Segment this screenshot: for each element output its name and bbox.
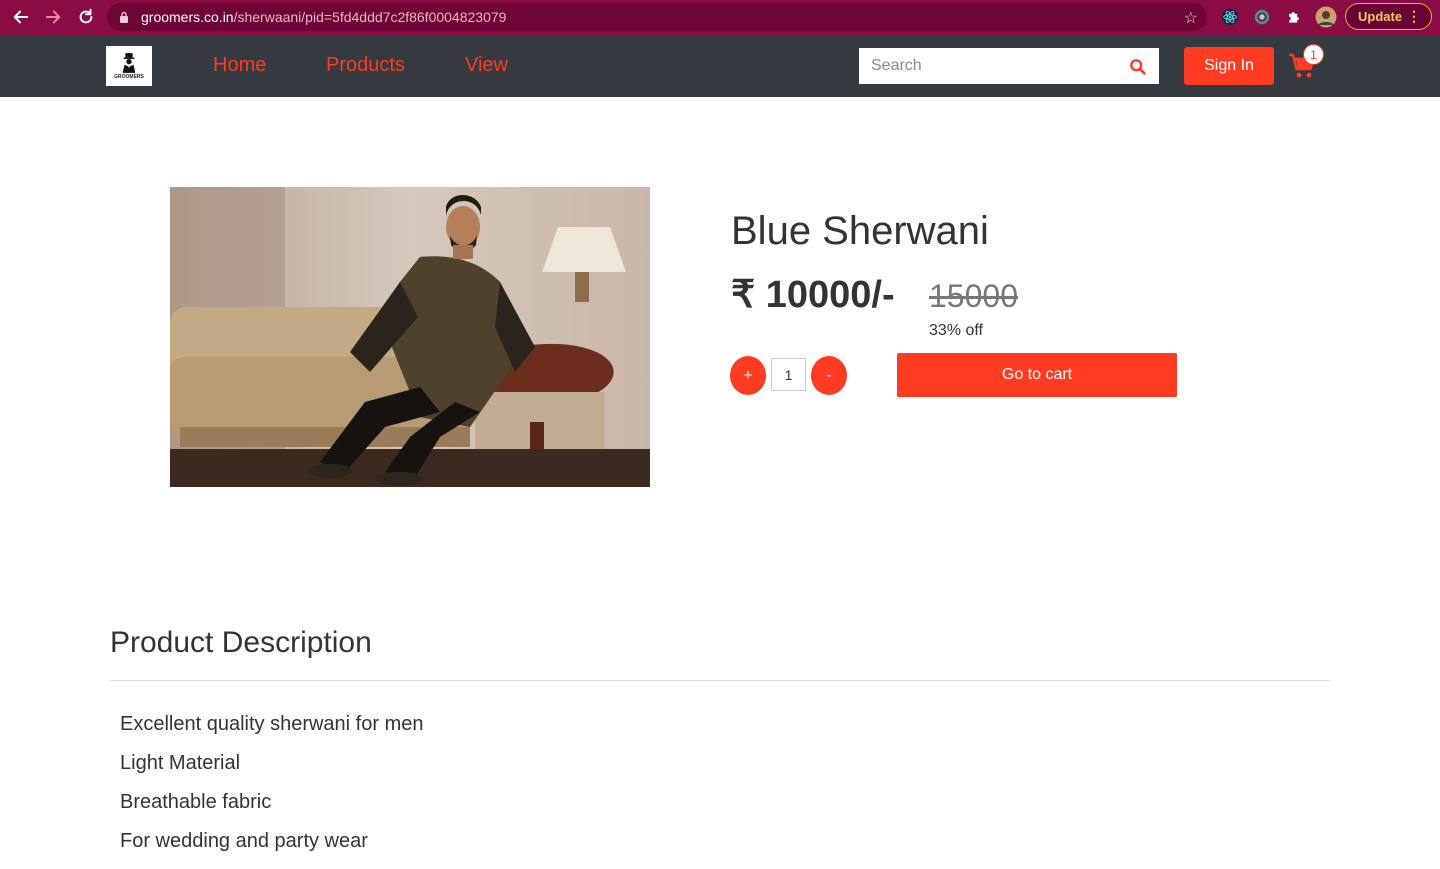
extension-circle-icon[interactable] [1251,6,1273,28]
quantity-increase-button[interactable]: + [730,356,766,395]
product-title: Blue Sherwani [731,209,989,253]
search-icon[interactable] [1129,58,1147,76]
go-to-cart-button[interactable]: Go to cart [897,353,1177,397]
browser-toolbar: groomers.co.in/sherwaani/pid=5fd4ddd7c2f… [0,0,1440,35]
lock-icon [120,11,128,23]
nav-home-link[interactable]: Home [213,54,266,77]
sign-in-button[interactable]: Sign In [1184,47,1274,85]
list-item: Excellent quality sherwani for men [120,713,424,735]
forward-icon[interactable] [37,1,69,33]
profile-avatar[interactable] [1315,6,1337,28]
url-path: /sherwaani/pid=5fd4ddd7c2f86f0004823079 [233,9,507,25]
cart-count-badge: 1 [1303,44,1324,65]
puzzle-extensions-icon[interactable] [1283,6,1305,28]
description-list: Excellent quality sherwani for men Light… [120,713,423,869]
discount-label: 33% off [929,322,983,339]
url-host: groomers.co.in [141,9,234,25]
brand-logo[interactable]: GROOMERS [106,46,152,86]
quantity-input[interactable] [771,358,806,391]
original-price: 15000 [929,278,1018,314]
list-item: Light Material [120,752,241,774]
search-box [859,48,1159,84]
product-price: ₹ 10000/- [731,274,895,316]
update-label: Update [1358,9,1403,24]
divider [110,680,1330,681]
bookmark-star-icon[interactable]: ☆ [1184,8,1198,28]
groom-logo-icon [122,52,136,73]
quantity-decrease-button[interactable]: - [811,356,847,395]
product-image [170,187,650,487]
nav-products-link[interactable]: Products [326,54,405,77]
logo-text: GROOMERS [114,73,144,80]
list-item: For wedding and party wear [120,830,368,852]
nav-view-link[interactable]: View [465,54,508,77]
react-devtools-icon[interactable] [1219,6,1241,28]
back-icon[interactable] [5,1,37,33]
menu-kebab-icon: ⋮ [1407,8,1421,24]
search-input[interactable] [859,48,1119,84]
reload-icon[interactable] [70,1,102,33]
list-item: Breathable fabric [120,791,272,813]
update-button[interactable]: Update ⋮ [1345,3,1432,30]
address-bar[interactable]: groomers.co.in/sherwaani/pid=5fd4ddd7c2f… [107,3,1207,31]
description-heading: Product Description [110,626,372,659]
site-navbar: GROOMERS Home Products View Sign In 1 [0,35,1440,97]
